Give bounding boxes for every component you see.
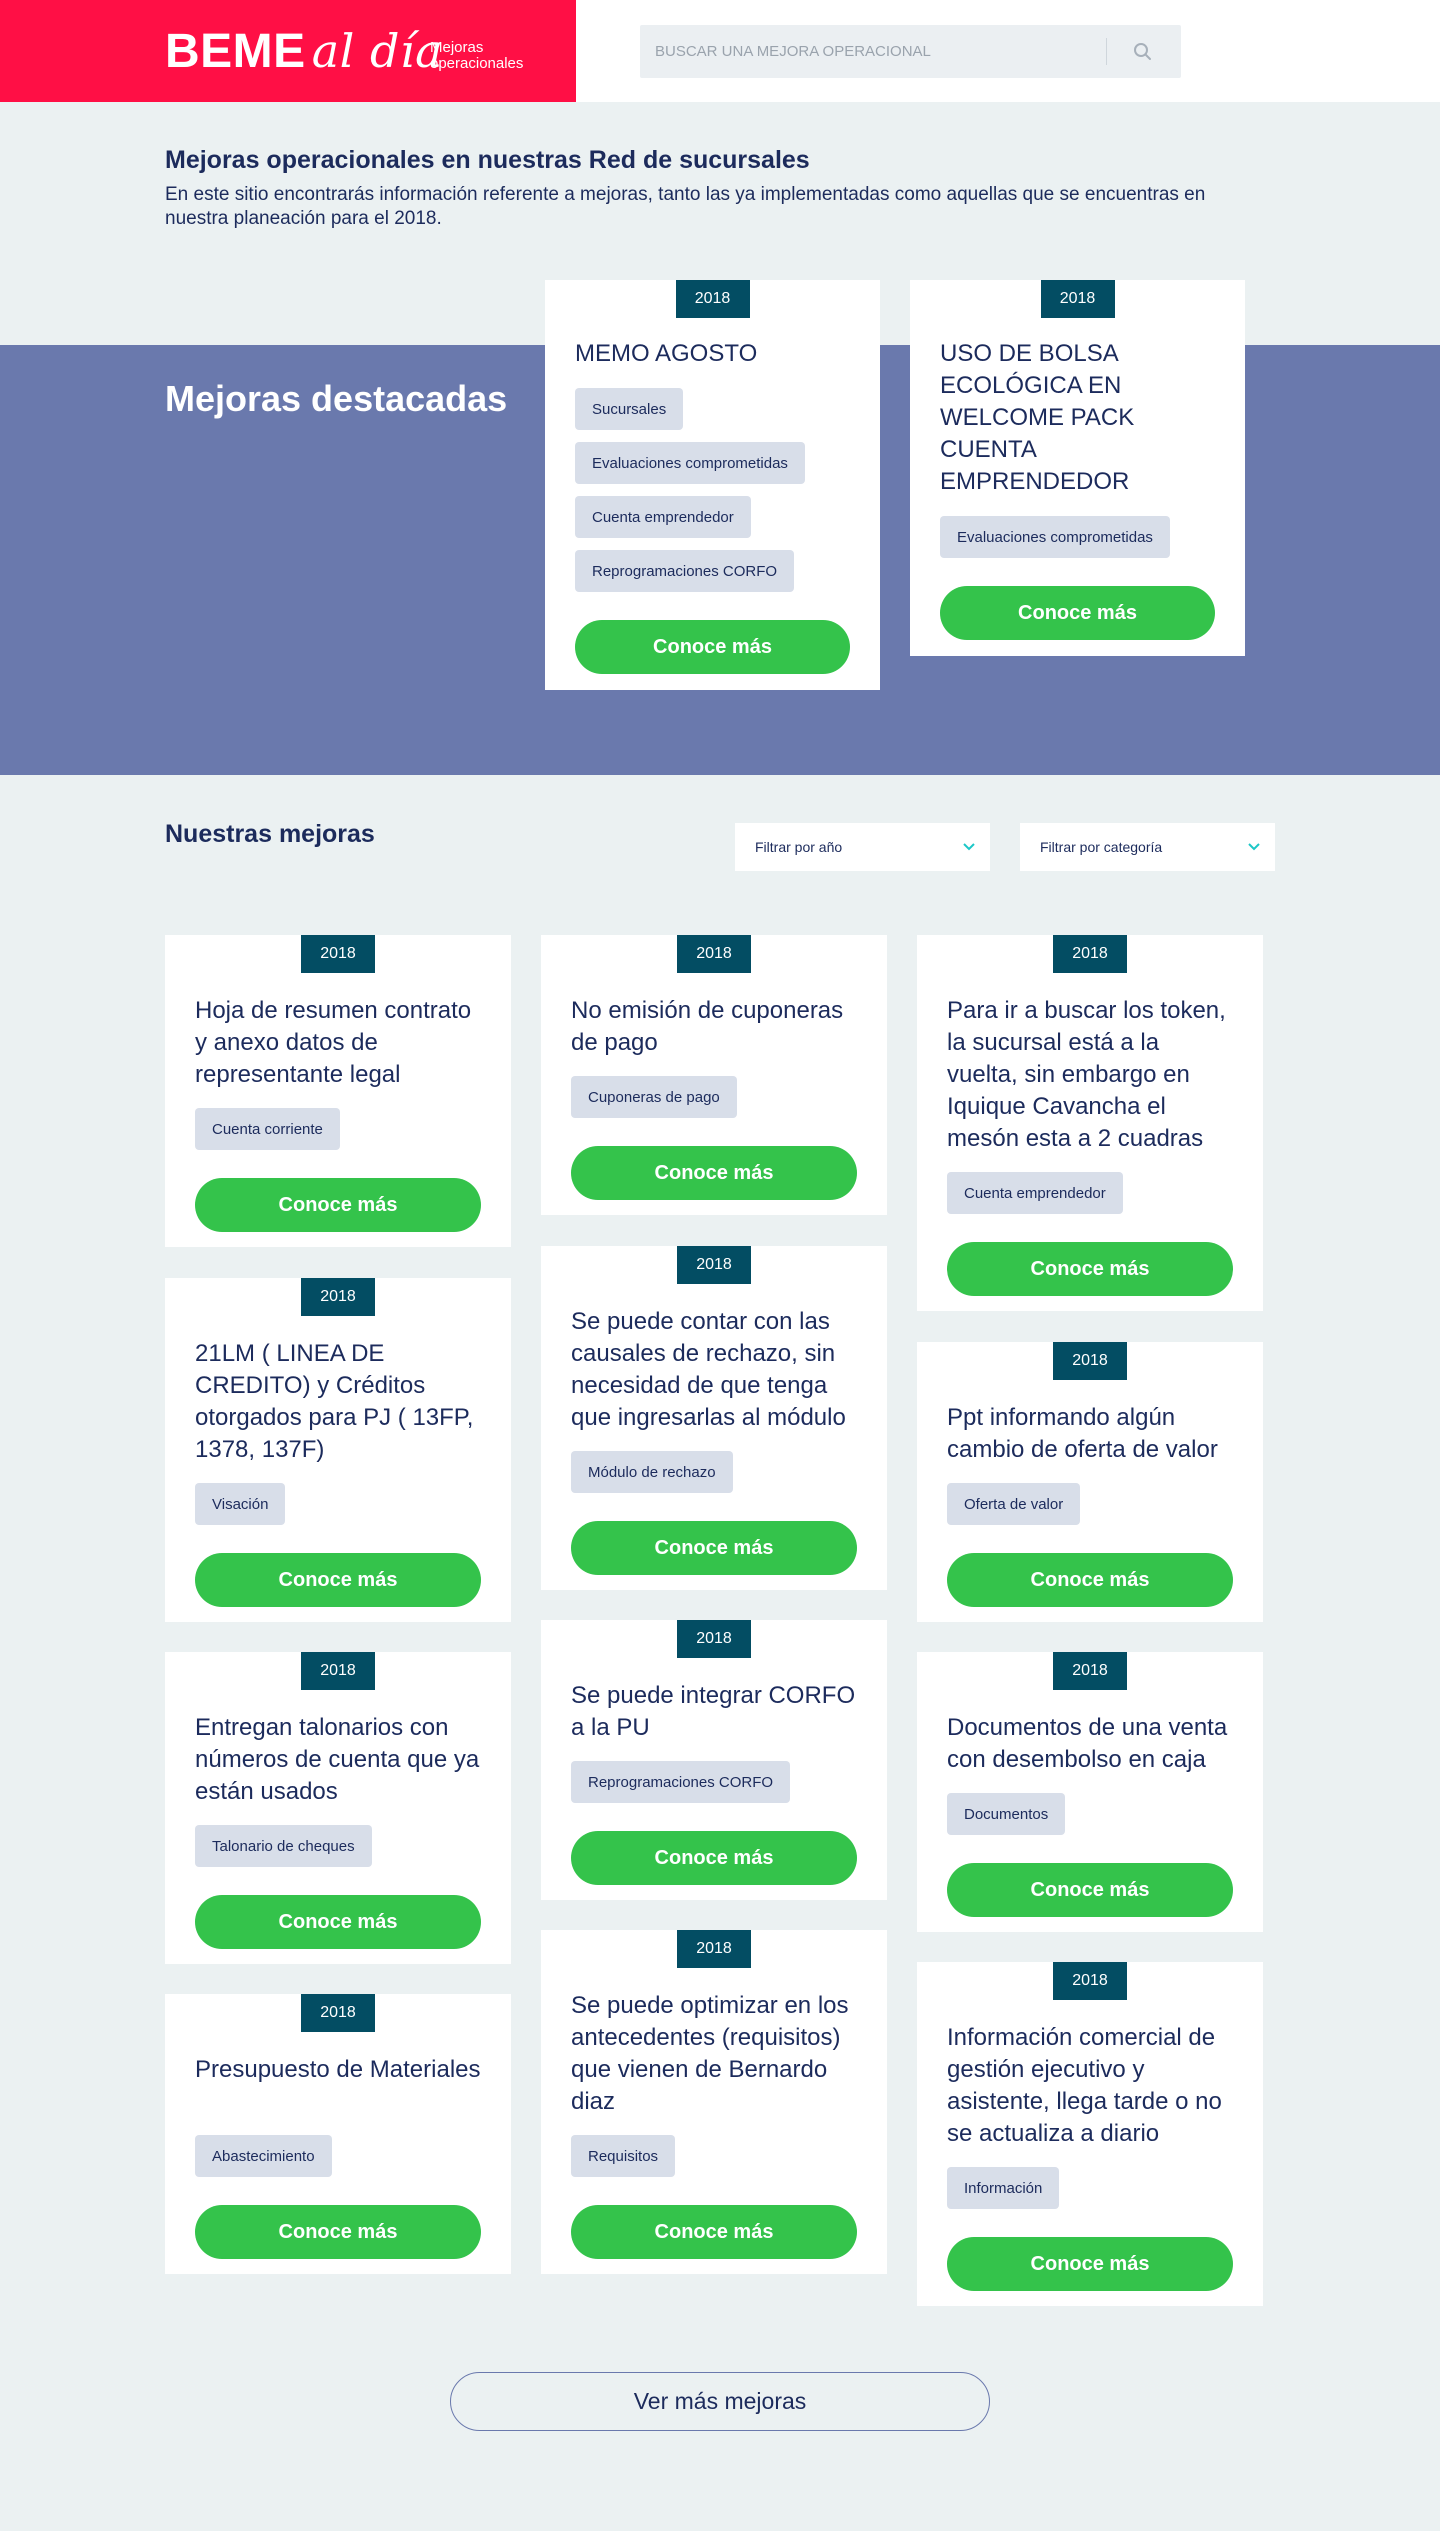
learn-more-button[interactable]: Conoce más (195, 2205, 481, 2259)
site-header: BEME al día Mejoras operacionales (0, 0, 1440, 102)
learn-more-button[interactable]: Conoce más (571, 1831, 857, 1885)
year-badge: 2018 (1053, 1962, 1127, 2000)
improvement-card: 2018 Para ir a buscar los token, la sucu… (917, 935, 1263, 1311)
category-tag[interactable]: Módulo de rechazo (571, 1451, 733, 1493)
learn-more-button[interactable]: Conoce más (195, 1178, 481, 1232)
learn-more-button[interactable]: Conoce más (571, 1521, 857, 1575)
learn-more-button[interactable]: Conoce más (195, 1553, 481, 1607)
category-tag[interactable]: Información (947, 2167, 1060, 2209)
category-tag[interactable]: Visación (195, 1483, 286, 1525)
brand-script: al día (311, 24, 444, 78)
intro-text: En este sitio encontrarás información re… (165, 184, 1206, 229)
category-tag[interactable]: Documentos (947, 1793, 1066, 1835)
featured-title: Mejoras destacadas (165, 378, 508, 419)
year-badge: 2018 (1053, 1652, 1127, 1690)
category-filter-label: Filtrar por categoría (1040, 839, 1163, 855)
card-title: Hoja de resumen contrato y anexo datos d… (195, 997, 472, 1088)
card-title: 21LM ( LINEA DE CREDITO) y Créditos otor… (195, 1340, 474, 1463)
improvement-card: 2018 Documentos de una venta con desembo… (917, 1652, 1263, 1932)
category-tag[interactable]: Evaluaciones comprometidas (575, 442, 805, 484)
year-badge: 2018 (301, 1278, 375, 1316)
learn-more-button[interactable]: Conoce más (947, 1553, 1233, 1607)
improvement-card: 2018 Se puede contar con las causales de… (541, 1246, 887, 1590)
card-title: Ppt informando algún cambio de oferta de… (947, 1404, 1218, 1463)
learn-more-button[interactable]: Conoce más (947, 1863, 1233, 1917)
intro-title: Mejoras operacionales en nuestras Red de… (165, 146, 810, 174)
search-input[interactable] (640, 25, 1106, 78)
chevron-down-icon (1248, 843, 1260, 851)
search-button[interactable] (1120, 35, 1164, 68)
brand-block: BEME al día Mejoras operacionales (0, 0, 576, 102)
category-tag[interactable]: Evaluaciones comprometidas (940, 516, 1170, 558)
card-title: Información comercial de gestión ejecuti… (947, 2024, 1222, 2147)
improvement-card: 2018 Se puede integrar CORFO a la PU Rep… (541, 1620, 887, 1900)
improvement-card: 2018 No emisión de cuponeras de pago Cup… (541, 935, 887, 1215)
card-title: MEMO AGOSTO (575, 340, 758, 367)
brand-subtitle: Mejoras operacionales (430, 39, 524, 72)
improvement-card: 2018 21LM ( LINEA DE CREDITO) y Créditos… (165, 1278, 511, 1622)
category-tag[interactable]: Cuenta corriente (195, 1108, 340, 1150)
learn-more-button[interactable]: Conoce más (575, 620, 850, 674)
category-tag[interactable]: Requisitos (571, 2135, 676, 2177)
year-badge: 2018 (1040, 280, 1115, 318)
category-tag[interactable]: Cuenta emprendedor (575, 496, 751, 538)
improvement-card: 2018 Presupuesto de Materiales Abastecim… (165, 1994, 511, 2274)
search-icon (1134, 43, 1151, 60)
category-tag[interactable]: Sucursales (575, 388, 684, 430)
learn-more-button[interactable]: Conoce más (947, 1242, 1233, 1296)
card-title: No emisión de cuponeras de pago (571, 997, 844, 1056)
chevron-down-icon (963, 843, 975, 851)
improvement-card: 2018 Ppt informando algún cambio de ofer… (917, 1342, 1263, 1622)
load-more-button[interactable]: Ver más mejoras (450, 2372, 990, 2431)
learn-more-button[interactable]: Conoce más (195, 1895, 481, 1949)
year-badge: 2018 (1053, 935, 1127, 973)
improvement-card: 2018 Hoja de resumen contrato y anexo da… (165, 935, 511, 1247)
year-badge: 2018 (1053, 1342, 1127, 1380)
category-tag[interactable]: Abastecimiento (195, 2135, 332, 2177)
brand-main: BEME (165, 25, 306, 78)
card-title: Se puede contar con las causales de rech… (571, 1308, 846, 1431)
category-tag[interactable]: Cuponeras de pago (571, 1076, 737, 1118)
card-title: Se puede integrar CORFO a la PU (571, 1682, 856, 1741)
improvement-card: 2018 Información comercial de gestión ej… (917, 1962, 1263, 2306)
card-title: Para ir a buscar los token, la sucursal … (947, 997, 1226, 1152)
featured-card: 2018 MEMO AGOSTO Sucursales Evaluaciones… (545, 280, 880, 690)
improvement-card: 2018 Se puede optimizar en los anteceden… (541, 1930, 887, 2274)
year-badge: 2018 (301, 935, 375, 973)
category-tag[interactable]: Reprogramaciones CORFO (575, 550, 795, 592)
year-filter-label: Filtrar por año (755, 839, 843, 855)
category-tag[interactable]: Talonario de cheques (195, 1825, 372, 1867)
search-bar (640, 25, 1181, 78)
year-badge: 2018 (677, 935, 751, 973)
card-title: Documentos de una venta con desembolso e… (947, 1714, 1228, 1773)
year-badge: 2018 (675, 280, 750, 318)
year-badge: 2018 (301, 1652, 375, 1690)
card-title: Entregan talonarios con números de cuent… (195, 1714, 480, 1805)
category-filter-select[interactable]: Filtrar por categoría (1020, 823, 1275, 871)
section-title: Nuestras mejoras (165, 820, 375, 848)
year-badge: 2018 (677, 1930, 751, 1968)
year-badge: 2018 (301, 1994, 375, 2032)
learn-more-button[interactable]: Conoce más (940, 586, 1215, 640)
brand-logo[interactable]: BEME al día (165, 24, 443, 79)
year-badge: 2018 (677, 1620, 751, 1658)
year-filter-select[interactable]: Filtrar por año (735, 823, 990, 871)
featured-card: 2018 USO DE BOLSA ECOLÓGICA EN WELCOME P… (910, 280, 1245, 656)
learn-more-button[interactable]: Conoce más (947, 2237, 1233, 2291)
improvement-card: 2018 Entregan talonarios con números de … (165, 1652, 511, 1964)
card-title: USO DE BOLSA ECOLÓGICA EN WELCOME PACK C… (940, 340, 1135, 495)
category-tag[interactable]: Reprogramaciones CORFO (571, 1761, 791, 1803)
year-badge: 2018 (677, 1246, 751, 1284)
learn-more-button[interactable]: Conoce más (571, 2205, 857, 2259)
category-tag[interactable]: Oferta de valor (947, 1483, 1081, 1525)
learn-more-button[interactable]: Conoce más (571, 1146, 857, 1200)
card-title: Presupuesto de Materiales (195, 2056, 481, 2083)
category-tag[interactable]: Cuenta emprendedor (947, 1172, 1123, 1214)
card-title: Se puede optimizar en los antecedentes (… (571, 1992, 849, 2115)
search-divider (1106, 38, 1107, 65)
